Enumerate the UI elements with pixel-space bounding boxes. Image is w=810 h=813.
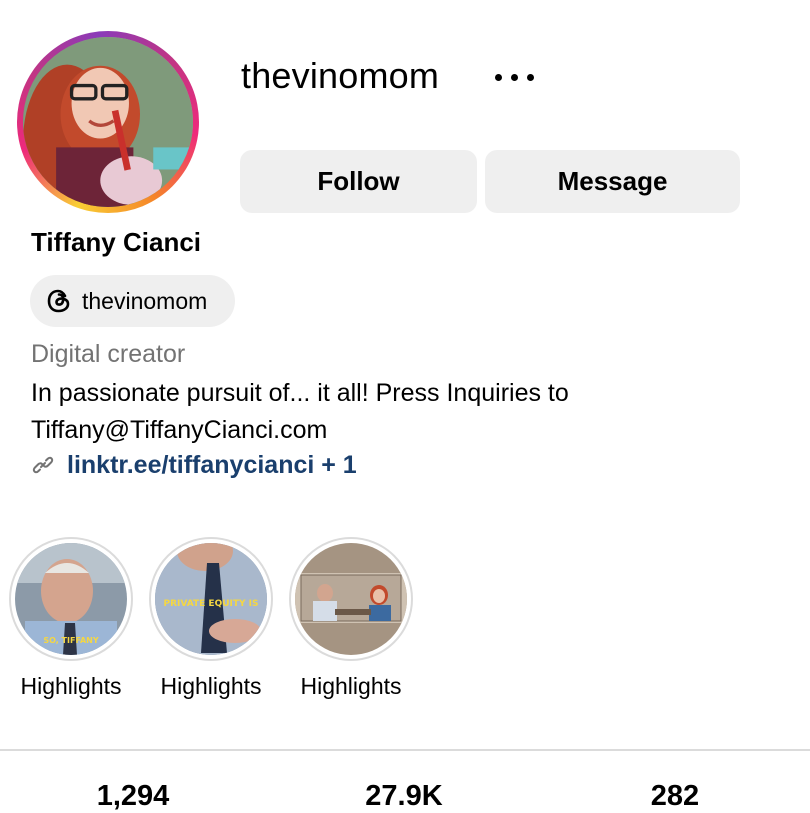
more-dot — [511, 74, 518, 81]
threads-icon — [47, 289, 70, 313]
profile-full-name: Tiffany Cianci — [31, 227, 202, 257]
highlight-image: SO, TIFFANY — [15, 543, 127, 655]
highlight-label: Highlights — [20, 673, 122, 699]
highlight-label: Highlights — [300, 673, 402, 699]
profile-link[interactable]: linktr.ee/tiffanycianci + 1 — [31, 448, 357, 482]
highlight-1[interactable]: SO, TIFFANY — [9, 537, 133, 661]
highlight-image: PRIVATE EQUITY IS — [155, 543, 267, 655]
bio-line: In passionate pursuit of... it all! Pres… — [31, 379, 569, 407]
followers-count[interactable]: 27.9K — [304, 780, 504, 813]
following-count[interactable]: 282 — [575, 780, 775, 813]
highlight-cover: SO, TIFFANY — [15, 543, 127, 655]
profile-category: Digital creator — [31, 340, 186, 368]
bio-line: Tiffany@TiffanyCianci.com — [31, 416, 328, 444]
threads-badge[interactable]: thevinomom — [30, 275, 235, 327]
threads-handle: thevinomom — [82, 287, 208, 314]
highlight-2[interactable]: PRIVATE EQUITY IS — [149, 537, 273, 661]
posts-count: 1,294 — [96, 780, 170, 812]
highlight-caption: SO, TIFFANY — [43, 636, 99, 645]
follow-button[interactable]: Follow — [240, 150, 477, 213]
section-divider — [0, 749, 810, 751]
more-dot — [495, 74, 502, 81]
message-button[interactable]: Message — [485, 150, 740, 213]
highlight-cover: PRIVATE EQUITY IS — [155, 543, 267, 655]
avatar-image — [23, 37, 193, 207]
profile-avatar[interactable] — [17, 31, 199, 213]
avatar-photo — [23, 37, 193, 207]
highlight-image — [295, 543, 407, 655]
more-dot — [527, 74, 534, 81]
profile-username: thevinomom — [241, 55, 440, 96]
more-options-icon[interactable] — [491, 62, 539, 92]
link-text: linktr.ee/tiffanycianci + 1 — [67, 450, 357, 479]
link-icon — [32, 456, 54, 474]
profile-bio: In passionate pursuit of... it all! Pres… — [31, 375, 731, 449]
highlight-3[interactable] — [289, 537, 413, 661]
highlight-caption: PRIVATE EQUITY IS — [164, 599, 259, 609]
highlight-label: Highlights — [160, 673, 262, 699]
highlight-cover — [295, 543, 407, 655]
